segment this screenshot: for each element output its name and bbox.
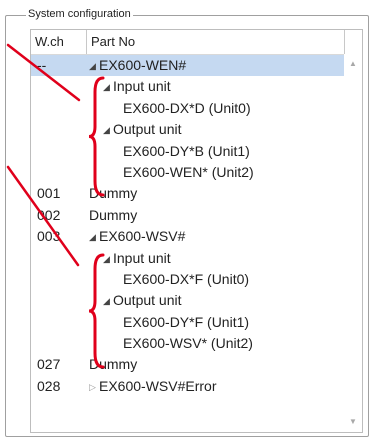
callout-line (6, 43, 81, 102)
bracket-mark (88, 76, 105, 197)
bracket-mark (88, 253, 105, 369)
annotation-overlay (6, 43, 105, 369)
callout-line (6, 165, 80, 267)
